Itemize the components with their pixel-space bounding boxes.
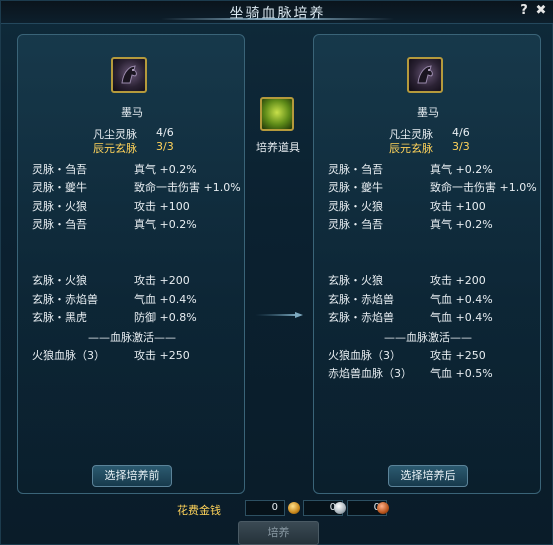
xuan-stat-row: 玄脉・赤焰兽 气血 +0.4% bbox=[328, 309, 538, 325]
stat-name: 玄脉・火狼 bbox=[328, 274, 383, 287]
after-panel: 墨马 凡尘灵脉 4/6 辰元玄脉 3/3 灵脉・刍吾 真气 +0.2% 灵脉・夔… bbox=[313, 34, 541, 494]
activation-title: ——血脉激活—— bbox=[88, 331, 176, 344]
stat-name: 灵脉・火狼 bbox=[32, 200, 87, 213]
activation-row: 赤焰兽血脉（3） 气血 +0.5% bbox=[328, 365, 538, 381]
cost-label: 花费金钱 bbox=[177, 504, 221, 517]
grade-row: 辰元玄脉 3/3 bbox=[93, 140, 223, 155]
stat-name: 灵脉・刍吾 bbox=[328, 218, 383, 231]
title-bar[interactable]: 坐骑血脉培养 ? ✖ bbox=[1, 1, 553, 24]
stat-name: 玄脉・黑虎 bbox=[32, 311, 87, 324]
grade-row: 凡尘灵脉 4/6 bbox=[389, 126, 519, 141]
stat-value: 气血 +0.4% bbox=[430, 293, 493, 306]
grade-row: 辰元玄脉 3/3 bbox=[389, 140, 519, 155]
stat-name: 玄脉・赤焰兽 bbox=[32, 293, 98, 306]
mount-portrait-icon[interactable] bbox=[407, 57, 443, 93]
activation-row: 火狼血脉（3） 攻击 +250 bbox=[32, 347, 242, 363]
stat-value: 真气 +0.2% bbox=[430, 163, 493, 176]
stat-value: 攻击 +100 bbox=[430, 200, 486, 213]
ling-stat-row: 灵脉・火狼 攻击 +100 bbox=[328, 198, 538, 214]
grade-label: 辰元玄脉 bbox=[93, 142, 137, 155]
activation-name: 火狼血脉（3） bbox=[32, 349, 105, 362]
grade-value: 4/6 bbox=[452, 126, 470, 139]
grade-label: 辰元玄脉 bbox=[389, 142, 433, 155]
ling-stat-row: 灵脉・刍吾 真气 +0.2% bbox=[32, 161, 242, 177]
stat-name: 玄脉・赤焰兽 bbox=[328, 311, 394, 324]
ling-stat-row: 灵脉・夔牛 致命一击伤害 +1.0% bbox=[32, 179, 242, 195]
select-before-button[interactable]: 选择培养前 bbox=[92, 465, 172, 487]
ling-stat-row: 灵脉・刍吾 真气 +0.2% bbox=[32, 216, 242, 232]
xuan-stat-row: 玄脉・火狼 攻击 +200 bbox=[32, 272, 242, 288]
ling-stat-row: 灵脉・刍吾 真气 +0.2% bbox=[328, 161, 538, 177]
activation-title: ——血脉激活—— bbox=[384, 331, 472, 344]
stat-value: 真气 +0.2% bbox=[430, 218, 493, 231]
stat-name: 灵脉・刍吾 bbox=[32, 163, 87, 176]
stat-value: 攻击 +200 bbox=[134, 274, 190, 287]
activation-value: 气血 +0.5% bbox=[430, 367, 493, 380]
title-decoration bbox=[161, 18, 394, 20]
xuan-stat-row: 玄脉・赤焰兽 气血 +0.4% bbox=[32, 291, 242, 307]
gold-coin-icon bbox=[288, 502, 300, 514]
stat-value: 致命一击伤害 +1.0% bbox=[134, 181, 241, 194]
item-label: 培养道具 bbox=[256, 141, 300, 154]
stat-value: 攻击 +100 bbox=[134, 200, 190, 213]
grade-value: 4/6 bbox=[156, 126, 174, 139]
stat-name: 灵脉・夔牛 bbox=[328, 181, 383, 194]
ling-stat-row: 灵脉・夔牛 致命一击伤害 +1.0% bbox=[328, 179, 538, 195]
mount-bloodline-window: 坐骑血脉培养 ? ✖ 墨马 凡尘灵脉 4/6 辰元玄脉 3/3 灵脉・刍吾 真气… bbox=[0, 0, 553, 545]
fruit-icon[interactable] bbox=[260, 97, 294, 131]
stat-name: 灵脉・火狼 bbox=[328, 200, 383, 213]
window-title: 坐骑血脉培养 bbox=[229, 6, 326, 22]
grade-value: 3/3 bbox=[156, 140, 174, 153]
silver-coin-icon bbox=[334, 502, 346, 514]
activation-value: 攻击 +250 bbox=[134, 349, 190, 362]
train-button[interactable]: 培养 bbox=[238, 521, 319, 545]
stat-name: 玄脉・赤焰兽 bbox=[328, 293, 394, 306]
before-panel: 墨马 凡尘灵脉 4/6 辰元玄脉 3/3 灵脉・刍吾 真气 +0.2% 灵脉・夔… bbox=[17, 34, 245, 494]
activation-value: 攻击 +250 bbox=[430, 349, 486, 362]
stat-name: 灵脉・刍吾 bbox=[328, 163, 383, 176]
stat-value: 防御 +0.8% bbox=[134, 311, 197, 324]
stat-value: 真气 +0.2% bbox=[134, 218, 197, 231]
help-button[interactable]: ? bbox=[516, 3, 532, 19]
stat-value: 真气 +0.2% bbox=[134, 163, 197, 176]
xuan-stat-row: 玄脉・火狼 攻击 +200 bbox=[328, 272, 538, 288]
gold-amount: 0 bbox=[245, 500, 285, 516]
grade-value: 3/3 bbox=[452, 140, 470, 153]
stat-name: 灵脉・夔牛 bbox=[32, 181, 87, 194]
xuan-stat-row: 玄脉・赤焰兽 气血 +0.4% bbox=[328, 291, 538, 307]
activation-name: 赤焰兽血脉（3） bbox=[328, 367, 412, 380]
ling-stat-row: 灵脉・火狼 攻击 +100 bbox=[32, 198, 242, 214]
stat-value: 气血 +0.4% bbox=[134, 293, 197, 306]
stat-value: 攻击 +200 bbox=[430, 274, 486, 287]
copper-coin-icon bbox=[377, 502, 389, 514]
ling-stat-row: 灵脉・刍吾 真气 +0.2% bbox=[328, 216, 538, 232]
xuan-stat-row: 玄脉・黑虎 防御 +0.8% bbox=[32, 309, 242, 325]
close-button[interactable]: ✖ bbox=[533, 3, 549, 19]
mount-name: 墨马 bbox=[121, 106, 143, 119]
activation-row: 火狼血脉（3） 攻击 +250 bbox=[328, 347, 538, 363]
activation-name: 火狼血脉（3） bbox=[328, 349, 401, 362]
grade-row: 凡尘灵脉 4/6 bbox=[93, 126, 223, 141]
arrow-right-icon bbox=[255, 312, 303, 318]
select-after-button[interactable]: 选择培养后 bbox=[388, 465, 468, 487]
stat-name: 灵脉・刍吾 bbox=[32, 218, 87, 231]
stat-value: 气血 +0.4% bbox=[430, 311, 493, 324]
stat-value: 致命一击伤害 +1.0% bbox=[430, 181, 537, 194]
stat-name: 玄脉・火狼 bbox=[32, 274, 87, 287]
mount-name: 墨马 bbox=[417, 106, 439, 119]
mount-portrait-icon[interactable] bbox=[111, 57, 147, 93]
